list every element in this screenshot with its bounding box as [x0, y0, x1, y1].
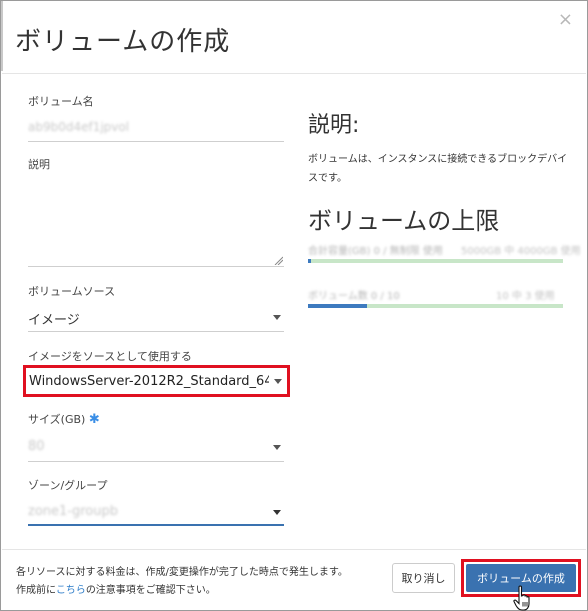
image-select-value: WindowsServer-2012R2_Standard_64_include…	[29, 374, 269, 389]
notice-link[interactable]: こちら	[56, 585, 86, 596]
quota-bar-fill	[308, 304, 367, 308]
create-volume-dialog: ボリュームの作成 × ボリューム名 ab9b0d4ef1jpvol 説明 ボリュ…	[0, 0, 588, 611]
notice-line-1: 各リソースに対する料金は、作成/変更操作が完了した時点で発生します。	[16, 567, 348, 578]
info-text: ボリュームは、インスタンスに接続できるブロックデバイスです。	[308, 154, 568, 184]
volume-name-underline	[28, 141, 284, 142]
dialog-title: ボリュームの作成	[15, 27, 231, 57]
size-value: 80	[28, 439, 45, 454]
notice-prefix: 作成前に	[16, 585, 56, 596]
zone-group-value: zone1-groupb	[28, 504, 118, 519]
quota-label: 合計容量(GB) 0 / 無制限 使用	[308, 246, 443, 257]
limits-heading: ボリュームの上限	[308, 207, 500, 235]
chevron-down-icon	[274, 379, 282, 384]
quota-value: 5000GB 中 4000GB 使用	[461, 246, 581, 257]
zone-group-select[interactable]: zone1-groupb	[28, 500, 284, 524]
quota-bar	[308, 304, 563, 308]
volume-name-label: ボリューム名	[28, 95, 94, 108]
description-textarea[interactable]	[28, 179, 284, 267]
description-label: 説明	[28, 158, 50, 171]
footer-notice: 各リソースに対する料金は、作成/変更操作が完了した時点で発生します。 作成前にこ…	[16, 564, 348, 600]
resize-grip-icon[interactable]	[273, 255, 283, 265]
notice-line-2: 作成前にこちらの注意事項をご確認下さい。	[16, 582, 348, 600]
volume-source-select[interactable]: イメージ	[28, 305, 284, 329]
cancel-button[interactable]: 取り消し	[392, 563, 455, 593]
image-source-label: イメージをソースとして使用する	[28, 350, 192, 363]
zone-group-label: ゾーン/グループ	[28, 479, 108, 492]
notice-suffix: の注意事項をご確認下さい。	[85, 585, 216, 596]
size-underline	[28, 461, 284, 462]
close-icon[interactable]: ×	[558, 9, 573, 30]
quota-bar-fill	[308, 259, 311, 263]
size-select[interactable]: 80	[28, 435, 284, 459]
size-label-text: サイズ(GB)	[28, 413, 86, 426]
chevron-down-icon	[273, 510, 281, 515]
background-strip	[1, 1, 3, 71]
volume-source-underline	[28, 331, 284, 332]
quota-bar	[308, 259, 563, 263]
required-icon: ✱	[88, 412, 100, 427]
chevron-down-icon	[273, 445, 281, 450]
hand-cursor-icon	[513, 585, 530, 611]
quota-value: 10 中 3 使用	[496, 291, 555, 302]
info-heading: 説明:	[308, 113, 360, 138]
volume-source-label: ボリュームソース	[28, 285, 116, 298]
volume-source-value: イメージ	[28, 313, 80, 328]
footer-divider	[2, 549, 586, 550]
quota-label: ボリューム数 0 / 10	[308, 291, 400, 302]
header-divider	[2, 73, 586, 74]
size-label: サイズ(GB) ✱	[28, 411, 100, 427]
volume-name-input[interactable]: ab9b0d4ef1jpvol	[28, 120, 129, 134]
image-select[interactable]: WindowsServer-2012R2_Standard_64_include…	[23, 365, 290, 397]
zone-group-underline	[28, 524, 284, 526]
chevron-down-icon	[273, 315, 281, 320]
